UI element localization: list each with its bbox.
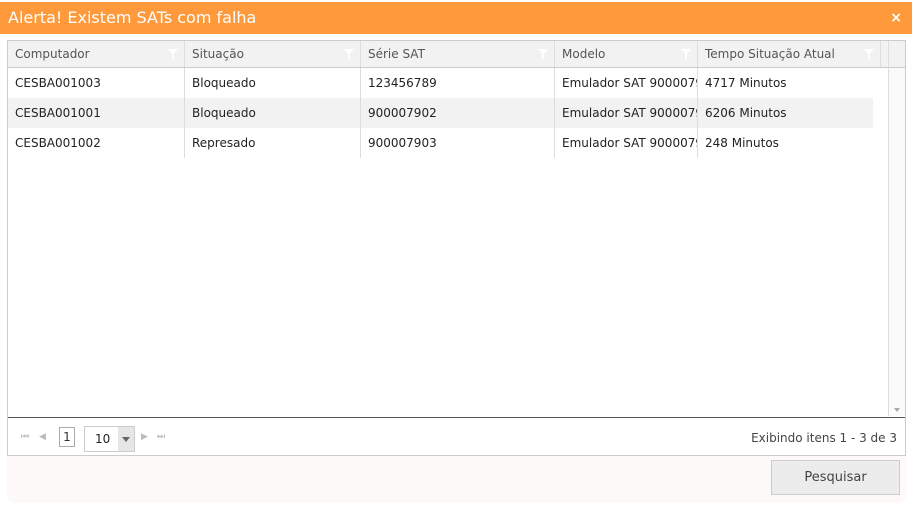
cell-situacao: Bloqueado [185, 98, 361, 128]
cell-modelo: Emulador SAT 900007903 [555, 98, 698, 128]
cell-computador: CESBA001002 [8, 128, 185, 158]
cell-modelo: Emulador SAT 900007902 [555, 68, 698, 98]
filter-icon[interactable] [864, 49, 874, 59]
pager: ⏮ ◀ 1 10 ▶ ⏭ Exibindo itens 1 - 3 de 3 [8, 417, 905, 455]
scroll-down-icon[interactable] [894, 408, 900, 412]
cell-serie-sat: 900007903 [361, 128, 555, 158]
column-label: Computador [15, 47, 90, 61]
cell-tempo: 4717 Minutos [705, 76, 787, 90]
cell-serie-sat: 123456789 [361, 68, 555, 98]
close-icon[interactable]: × [890, 2, 902, 34]
page-size-select[interactable]: 10 [84, 426, 135, 452]
table-row[interactable]: CESBA001002 Represado 900007903 Emulador… [8, 128, 873, 158]
page-size-value: 10 [95, 432, 111, 446]
table-row[interactable]: CESBA001003 Bloqueado 123456789 Emulador… [8, 68, 873, 98]
search-button[interactable]: Pesquisar [771, 460, 900, 495]
cell-computador: CESBA001003 [8, 68, 185, 98]
column-header-modelo[interactable]: Modelo [555, 41, 698, 67]
grid-header: Computador Situação Série SAT Modelo Tem… [8, 41, 888, 68]
chevron-down-icon[interactable] [118, 427, 134, 451]
column-header-tempo[interactable]: Tempo Situação Atual [698, 41, 881, 67]
column-header-serie-sat[interactable]: Série SAT [361, 41, 555, 67]
cell-tempo: 6206 Minutos [705, 106, 787, 120]
column-label: Modelo [562, 47, 606, 61]
dialog-titlebar: Alerta! Existem SATs com falha × [0, 2, 912, 34]
header-scroll-corner [888, 41, 905, 68]
current-page[interactable]: 1 [59, 427, 75, 447]
column-header-computador[interactable]: Computador [8, 41, 185, 67]
filter-icon[interactable] [168, 49, 178, 59]
cell-tempo: 248 Minutos [705, 136, 779, 150]
prev-page-icon[interactable]: ◀ [39, 432, 46, 442]
column-label: Série SAT [368, 47, 425, 61]
cell-computador: CESBA001001 [8, 98, 185, 128]
dialog-footer: Pesquisar [7, 456, 906, 503]
pager-info: Exibindo itens 1 - 3 de 3 [751, 431, 897, 445]
first-page-icon[interactable]: ⏮ [21, 432, 29, 442]
filter-icon[interactable] [344, 49, 354, 59]
last-page-icon[interactable]: ⏭ [157, 432, 165, 442]
column-label: Situação [192, 47, 244, 61]
dialog-title: Alerta! Existem SATs com falha [8, 8, 257, 27]
cell-situacao: Represado [185, 128, 361, 158]
next-page-icon[interactable]: ▶ [141, 432, 148, 442]
filter-icon[interactable] [538, 49, 548, 59]
filter-icon[interactable] [681, 49, 691, 59]
sat-grid: Computador Situação Série SAT Modelo Tem… [7, 40, 906, 456]
vertical-scrollbar[interactable] [888, 68, 905, 416]
cell-situacao: Bloqueado [185, 68, 361, 98]
column-label: Tempo Situação Atual [705, 47, 835, 61]
cell-serie-sat: 900007902 [361, 98, 555, 128]
cell-modelo: Emulador SAT 900007903 [555, 128, 698, 158]
table-row[interactable]: CESBA001001 Bloqueado 900007902 Emulador… [8, 98, 873, 128]
column-header-situacao[interactable]: Situação [185, 41, 361, 67]
